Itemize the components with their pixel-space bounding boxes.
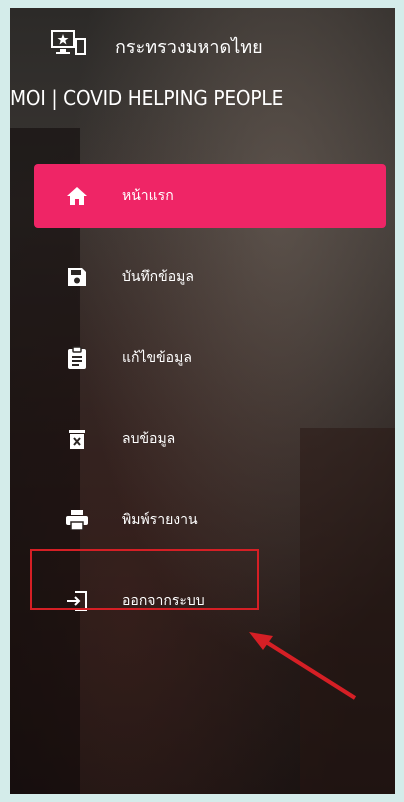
menu-item-save[interactable]: บันทึกข้อมูล — [34, 245, 386, 309]
menu-item-label: หน้าแรก — [122, 188, 174, 204]
sidebar-panel: กระทรวงมหาดไทย MOI | COVID HELPING PEOPL… — [10, 8, 395, 794]
app-title: กระทรวงมหาดไทย — [115, 37, 263, 58]
menu-item-label: บันทึกข้อมูล — [122, 269, 194, 285]
menu-item-label: พิมพ์รายงาน — [122, 512, 198, 528]
home-icon — [65, 184, 89, 208]
menu-item-print[interactable]: พิมพ์รายงาน — [34, 488, 386, 552]
print-icon — [65, 508, 89, 532]
monitor-star-icon — [50, 29, 88, 59]
app-subtitle: MOI | COVID HELPING PEOPLE — [10, 86, 284, 110]
save-icon — [65, 265, 89, 289]
annotation-arrow-icon — [249, 632, 357, 700]
menu-item-label: แก้ไขข้อมูล — [122, 350, 192, 366]
clipboard-icon — [65, 346, 89, 370]
menu-item-label: ลบข้อมูล — [122, 431, 176, 447]
header: กระทรวงมหาดไทย MOI | COVID HELPING PEOPL… — [10, 8, 395, 158]
menu-item-edit[interactable]: แก้ไขข้อมูล — [34, 326, 386, 390]
menu-item-delete[interactable]: ลบข้อมูล — [34, 407, 386, 471]
menu-item-home[interactable]: หน้าแรก — [34, 164, 386, 228]
delete-icon — [65, 427, 89, 451]
annotation-highlight-box — [30, 549, 259, 610]
